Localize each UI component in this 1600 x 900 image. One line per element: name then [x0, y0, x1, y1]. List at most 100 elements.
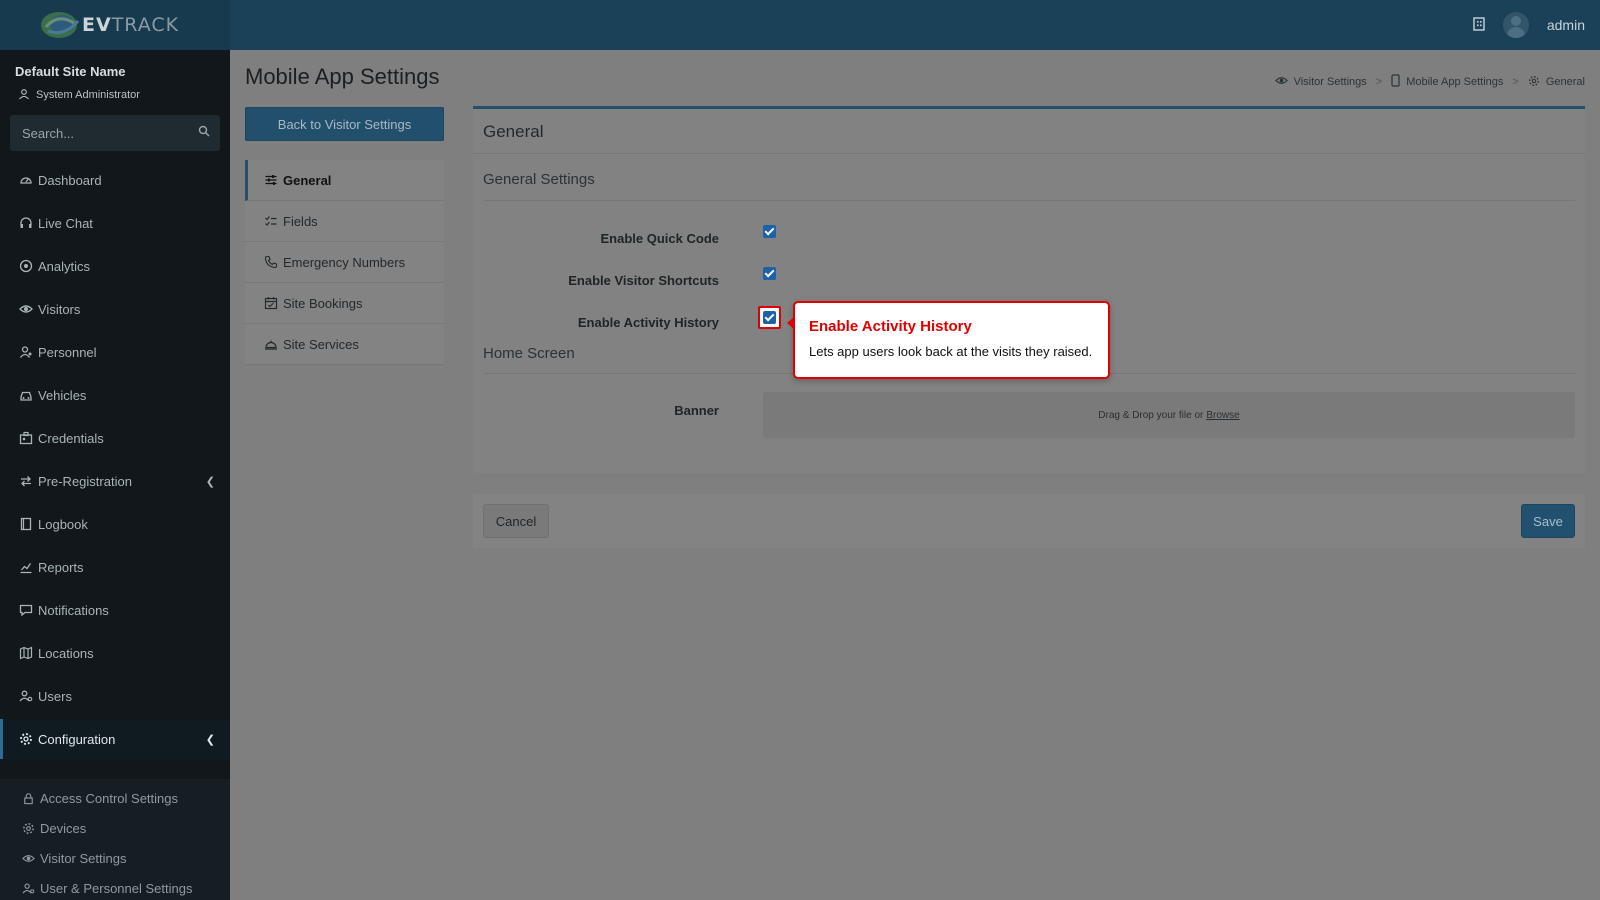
breadcrumb-visitor-settings[interactable]: Visitor Settings	[1294, 76, 1367, 88]
eye-icon	[19, 302, 33, 316]
sidebar-item-label: Personnel	[38, 344, 97, 360]
sidebar-item-personnel[interactable]: Personnel	[0, 332, 230, 372]
subnav-item-emergency-numbers[interactable]: Emergency Numbers	[245, 242, 444, 283]
chart-icon	[19, 560, 33, 574]
subnav-item-site-bookings[interactable]: Site Bookings	[245, 283, 444, 324]
sidebar-search	[10, 115, 220, 151]
book-icon	[19, 517, 33, 531]
subnav-item-label: Emergency Numbers	[283, 254, 406, 270]
label-enable-quick-code: Enable Quick Code	[600, 231, 719, 246]
label-banner: Banner	[674, 403, 719, 418]
dropzone-text: Drag & Drop your file or	[1098, 409, 1204, 421]
sidebar: Default Site Name System Administrator D…	[0, 50, 230, 900]
sidebar-item-dashboard[interactable]: Dashboard	[0, 160, 230, 200]
calendar-icon	[264, 296, 278, 310]
logo-text: EVTRACK	[82, 14, 180, 36]
divider	[483, 200, 1575, 201]
chat-icon	[19, 603, 33, 617]
sidebar-item-label: Logbook	[38, 516, 88, 532]
logo-icon	[38, 9, 86, 41]
sidebar-item-label: Locations	[38, 645, 94, 661]
sidebar-item-credentials[interactable]: Credentials	[0, 418, 230, 458]
phone-icon	[264, 255, 278, 269]
label-enable-visitor-shortcuts: Enable Visitor Shortcuts	[568, 273, 719, 288]
sidebar-item-vehicles[interactable]: Vehicles	[0, 375, 230, 415]
building-icon[interactable]	[1473, 16, 1485, 34]
sidebar-item-reports[interactable]: Reports	[0, 547, 230, 587]
gear-icon	[1528, 75, 1540, 90]
configuration-submenu: Access Control Settings Devices Visitor …	[0, 779, 230, 900]
sidebar-item-locations[interactable]: Locations	[0, 633, 230, 673]
submenu-item-label: Devices	[40, 821, 87, 836]
site-name: Default Site Name	[15, 64, 126, 79]
lock-icon	[22, 792, 36, 806]
sidebar-item-logbook[interactable]: Logbook	[0, 504, 230, 544]
submenu-item-devices[interactable]: Devices	[22, 821, 86, 836]
sidebar-item-label: Dashboard	[38, 172, 102, 188]
breadcrumb: Visitor Settings > Mobile App Settings >…	[1274, 74, 1585, 90]
submenu-item-label: Visitor Settings	[40, 851, 127, 866]
cancel-button[interactable]: Cancel	[483, 504, 549, 538]
sidebar-item-notifications[interactable]: Notifications	[0, 590, 230, 630]
breadcrumb-separator: >	[1375, 76, 1383, 88]
search-icon[interactable]	[198, 124, 210, 142]
chevron-left-icon[interactable]: ❮	[206, 733, 215, 746]
user-role: System Administrator	[18, 88, 140, 102]
gauge-icon	[19, 173, 33, 187]
car-icon	[19, 388, 33, 402]
mobile-icon	[1391, 74, 1400, 90]
sidebar-item-label: Credentials	[38, 430, 104, 446]
subnav-item-label: Site Services	[283, 336, 359, 352]
submenu-item-visitor-settings[interactable]: Visitor Settings	[22, 851, 126, 866]
sidebar-item-configuration[interactable]: Configuration ❮	[0, 719, 230, 759]
banner-dropzone[interactable]: Drag & Drop your file or Browse	[763, 392, 1575, 438]
section-title-home-screen: Home Screen	[483, 345, 575, 362]
subnav-item-site-services[interactable]: Site Services	[245, 324, 444, 365]
sidebar-item-users[interactable]: Users	[0, 676, 230, 716]
sidebar-item-pre-registration[interactable]: Pre-Registration ❮	[0, 461, 230, 501]
general-settings-card: General General Settings Enable Quick Co…	[473, 106, 1585, 473]
sidebar-item-label: Live Chat	[38, 215, 93, 231]
chevron-left-icon[interactable]: ❮	[206, 475, 215, 488]
sidebar-item-label: Analytics	[38, 258, 91, 274]
target-icon	[19, 259, 33, 273]
sidebar-item-label: Pre-Registration	[38, 473, 132, 489]
back-to-visitor-settings-button[interactable]: Back to Visitor Settings	[245, 107, 444, 141]
sidebar-item-label: Vehicles	[38, 387, 87, 403]
form-actions: Cancel Save	[473, 494, 1585, 548]
subnav-item-fields[interactable]: Fields	[245, 201, 444, 242]
tooltip-body: Lets app users look back at the visits t…	[809, 344, 1093, 359]
eye-icon	[22, 852, 36, 866]
breadcrumb-mobile-app-settings[interactable]: Mobile App Settings	[1406, 76, 1503, 88]
sidebar-item-analytics[interactable]: Analytics	[0, 246, 230, 286]
sidebar-item-visitors[interactable]: Visitors	[0, 289, 230, 329]
tooltip-arrow	[787, 317, 794, 329]
checkbox-enable-quick-code[interactable]	[763, 225, 776, 238]
user-gear-icon	[22, 882, 36, 896]
avatar[interactable]	[1502, 12, 1529, 38]
sidebar-item-live-chat[interactable]: Live Chat	[0, 203, 230, 243]
submenu-item-access-control[interactable]: Access Control Settings	[22, 791, 178, 806]
user-icon	[19, 345, 33, 359]
subnav-item-general[interactable]: General	[245, 160, 444, 201]
sidebar-item-label: Visitors	[38, 301, 81, 317]
checkbox-enable-activity-history[interactable]	[763, 311, 776, 324]
eye-icon	[1274, 74, 1288, 90]
submenu-item-label: Access Control Settings	[40, 791, 179, 806]
search-input[interactable]	[22, 125, 198, 141]
gear-icon	[19, 732, 33, 746]
user-role-label: System Administrator	[36, 89, 140, 101]
sidebar-item-label: Notifications	[38, 602, 109, 618]
user-icon	[18, 88, 32, 102]
cog-icon	[22, 822, 36, 836]
divider	[473, 153, 1585, 154]
submenu-item-user-personnel-settings[interactable]: User & Personnel Settings	[22, 881, 192, 896]
checkbox-enable-visitor-shortcuts[interactable]	[763, 267, 776, 280]
username[interactable]: admin	[1547, 17, 1585, 33]
checklist-icon	[264, 214, 278, 228]
brand-logo[interactable]: EVTRACK	[0, 0, 230, 50]
browse-link[interactable]: Browse	[1206, 410, 1239, 421]
arrows-icon	[19, 474, 33, 488]
sidebar-item-label: Users	[38, 688, 72, 704]
save-button[interactable]: Save	[1521, 504, 1575, 538]
